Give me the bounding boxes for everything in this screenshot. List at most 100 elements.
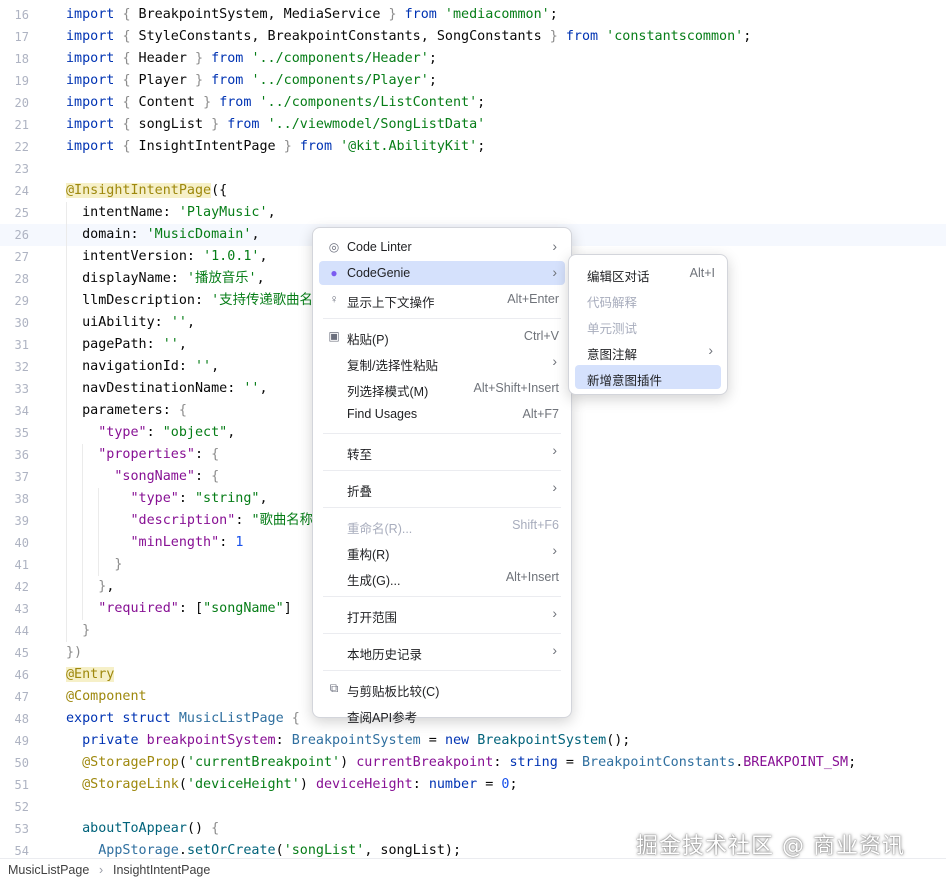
line-number: 35 xyxy=(14,426,29,440)
line-number: 49 xyxy=(14,734,29,748)
line-number: 25 xyxy=(14,206,29,220)
menu-item-label: 列选择模式(M) xyxy=(347,385,429,399)
submenu-item-label: 编辑区对话 xyxy=(587,270,650,284)
menu-separator xyxy=(323,596,561,597)
menu-item[interactable]: 折叠 › xyxy=(319,476,565,500)
menu-item[interactable]: ⧉ 与剪贴板比较(C) xyxy=(319,676,565,700)
submenu-item[interactable]: 编辑区对话 Alt+I xyxy=(575,261,721,285)
code-text: "type": "string", xyxy=(130,491,268,506)
line-number: 50 xyxy=(14,756,29,770)
line-number: 42 xyxy=(14,580,29,594)
chevron-right-icon: › xyxy=(552,542,557,558)
code-line[interactable]: 23 xyxy=(0,158,946,180)
code-line[interactable]: 25 intentName: 'PlayMusic', xyxy=(0,202,946,224)
menu-item[interactable]: 打开范围 › xyxy=(319,602,565,626)
line-number: 46 xyxy=(14,668,29,682)
code-text: "required": ["songName"] xyxy=(98,601,292,616)
code-text: "type": "object", xyxy=(98,425,236,440)
code-text: pagePath: '', xyxy=(66,337,187,352)
breadcrumb-separator-icon: › xyxy=(99,863,104,877)
breadcrumb-item-symbol[interactable]: InsightIntentPage xyxy=(113,863,210,877)
menu-item[interactable]: 查阅API参考 xyxy=(319,702,565,726)
submenu-item[interactable]: 新增意图插件 xyxy=(575,365,721,389)
menu-item[interactable]: 本地历史记录 › xyxy=(319,639,565,663)
line-number: 34 xyxy=(14,404,29,418)
menu-separator xyxy=(323,670,561,671)
code-line[interactable]: 17 import { StyleConstants, BreakpointCon… xyxy=(0,26,946,48)
menu-separator xyxy=(323,633,561,634)
menu-item-label: 与剪贴板比较(C) xyxy=(347,685,440,699)
code-text: import { Header } from '../components/He… xyxy=(66,51,437,66)
menu-item-shortcut: Alt+F7 xyxy=(522,407,559,421)
code-text: import { Player } from '../components/Pl… xyxy=(66,73,437,88)
watermark: 掘金技术社区 @ 商业资讯 xyxy=(636,834,905,859)
breadcrumb-item-file[interactable]: MusicListPage xyxy=(8,863,89,877)
chevron-right-icon: › xyxy=(552,642,557,658)
code-line[interactable]: 51 @StorageLink('deviceHeight') deviceHe… xyxy=(0,774,946,796)
menu-item-label: 折叠 xyxy=(347,485,373,499)
code-line[interactable]: 20 import { Content } from '../components… xyxy=(0,92,946,114)
chevron-right-icon: › xyxy=(708,342,713,358)
menu-item[interactable]: 列选择模式(M) Alt+Shift+Insert xyxy=(319,376,565,400)
line-number: 36 xyxy=(14,448,29,462)
menu-item[interactable]: 重构(R) › xyxy=(319,539,565,563)
code-text: "minLength": 1 xyxy=(130,535,244,550)
context-menu: ◎ Code Linter › ● CodeGenie › ♀ 显示上下文操作 Alt+Ente… xyxy=(312,227,572,725)
code-line[interactable]: 22 import { InsightIntentPage } from '@ki… xyxy=(0,136,946,158)
line-number: 43 xyxy=(14,602,29,616)
menu-item[interactable]: ● CodeGenie › xyxy=(319,261,565,285)
menu-item[interactable]: ♀ 显示上下文操作 Alt+Enter xyxy=(319,287,565,311)
menu-separator xyxy=(323,318,561,319)
line-number: 32 xyxy=(14,360,29,374)
chevron-right-icon: › xyxy=(552,442,557,458)
code-line[interactable]: 16 import { BreakpointSystem, MediaServic… xyxy=(0,4,946,26)
line-number: 24 xyxy=(14,184,29,198)
code-text: import { songList } from '../viewmodel/S… xyxy=(66,117,486,132)
code-text: aboutToAppear() { xyxy=(82,821,220,836)
code-line[interactable]: 18 import { Header } from '../components/… xyxy=(0,48,946,70)
line-number: 48 xyxy=(14,712,29,726)
menu-item[interactable]: ▣ 粘贴(P) Ctrl+V xyxy=(319,324,565,348)
submenu-item: 代码解释 xyxy=(575,287,721,311)
bulb-icon: ♀ xyxy=(329,292,339,306)
line-number: 44 xyxy=(14,624,29,638)
menu-item-label: Find Usages xyxy=(347,407,418,421)
menu-item-shortcut: Shift+F6 xyxy=(512,518,559,532)
indent-guide xyxy=(82,444,83,620)
menu-item[interactable]: 转至 › xyxy=(319,439,565,463)
code-text: @InsightIntentPage({ xyxy=(66,183,228,198)
code-text: } xyxy=(82,623,91,638)
line-number: 40 xyxy=(14,536,29,550)
line-number: 39 xyxy=(14,514,29,528)
chevron-right-icon: › xyxy=(552,479,557,495)
code-text: AppStorage.setOrCreate('songList', songL… xyxy=(98,843,462,858)
line-number: 26 xyxy=(14,228,29,242)
code-line[interactable]: 21 import { songList } from '../viewmodel… xyxy=(0,114,946,136)
line-number: 21 xyxy=(14,118,29,132)
code-line[interactable]: 52 xyxy=(0,796,946,818)
code-text: uiAbility: '', xyxy=(66,315,195,330)
code-text: domain: 'MusicDomain', xyxy=(66,227,260,242)
code-line[interactable]: 24 @InsightIntentPage({ xyxy=(0,180,946,202)
menu-item[interactable]: Find Usages Alt+F7 xyxy=(319,402,565,426)
menu-item-label: 重构(R) xyxy=(347,548,390,562)
paste-icon: ▣ xyxy=(328,329,340,343)
code-line[interactable]: 49 private breakpointSystem: BreakpointS… xyxy=(0,730,946,752)
code-text: intentName: 'PlayMusic', xyxy=(66,205,276,220)
code-text: } xyxy=(114,557,123,572)
code-text: navigationId: '', xyxy=(66,359,220,374)
menu-item[interactable]: 复制/选择性粘贴 › xyxy=(319,350,565,374)
line-number: 19 xyxy=(14,74,29,88)
code-text: import { BreakpointSystem, MediaService … xyxy=(66,7,558,22)
chevron-right-icon: › xyxy=(552,353,557,369)
menu-item-label: 查阅API参考 xyxy=(347,711,418,725)
line-number: 54 xyxy=(14,844,29,858)
menu-item[interactable]: ◎ Code Linter › xyxy=(319,235,565,259)
code-line[interactable]: 50 @StorageProp('currentBreakpoint') cur… xyxy=(0,752,946,774)
code-line[interactable]: 19 import { Player } from '../components/… xyxy=(0,70,946,92)
submenu-item[interactable]: 意图注解 › xyxy=(575,339,721,363)
menu-item[interactable]: 生成(G)... Alt+Insert xyxy=(319,565,565,589)
line-number: 22 xyxy=(14,140,29,154)
menu-item-label: CodeGenie xyxy=(347,266,411,280)
menu-item-label: 本地历史记录 xyxy=(347,648,423,662)
